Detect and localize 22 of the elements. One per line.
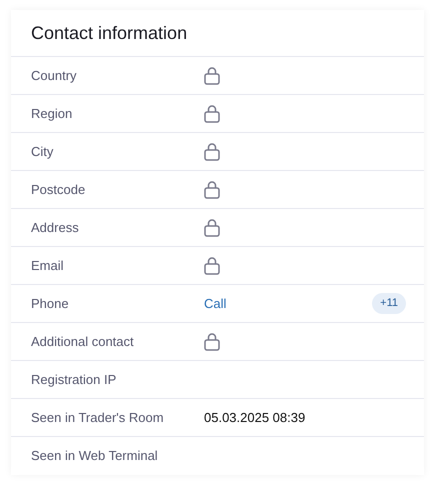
lock-icon <box>204 218 220 236</box>
field-label: Region <box>31 104 74 123</box>
lock-icon <box>204 66 220 84</box>
field-value: 05.03.2025 08:39 <box>204 408 306 427</box>
field-label: Address <box>31 218 80 237</box>
lock-icon <box>204 142 220 160</box>
count-badge: +11 <box>372 293 406 314</box>
field-label: City <box>31 142 54 161</box>
lock-icon <box>204 104 220 122</box>
field-label: Seen in Trader's Room <box>31 408 165 427</box>
card-title: Contact information <box>31 22 188 44</box>
field-label: Postcode <box>31 180 86 199</box>
field-label: Country <box>31 66 78 85</box>
field-label: Email <box>31 256 65 275</box>
lock-icon <box>204 332 220 350</box>
lock-icon <box>204 180 220 198</box>
call-link[interactable]: Call <box>204 294 226 314</box>
field-label: Additional contact <box>31 332 135 351</box>
field-label: Registration IP <box>31 370 118 389</box>
field-label: Seen in Web Terminal <box>31 447 159 466</box>
field-label: Phone <box>31 294 70 313</box>
lock-icon <box>204 256 220 274</box>
